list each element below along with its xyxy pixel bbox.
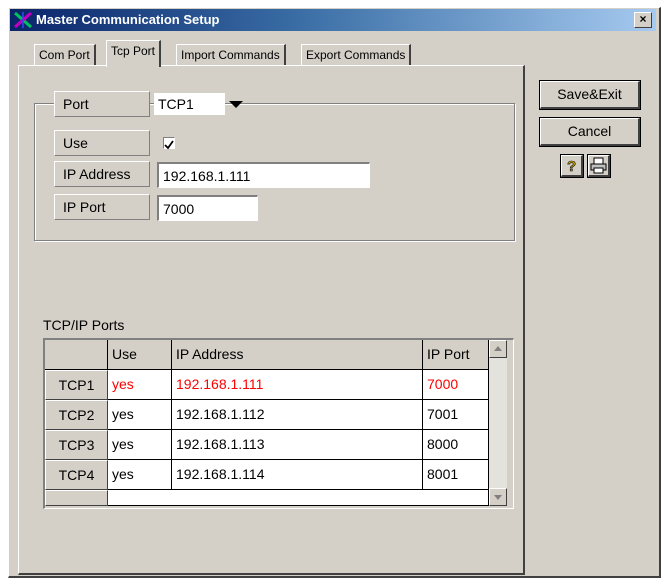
table-cell-use[interactable]: yes <box>108 430 172 460</box>
table-row-empty[interactable] <box>108 490 489 506</box>
table-cell-port[interactable]: 8000 <box>423 430 489 460</box>
port-label: Port <box>54 91 150 117</box>
row-header[interactable]: TCP1 <box>45 370 108 400</box>
close-icon: × <box>639 12 647 26</box>
table-cell-ip[interactable]: 192.168.1.112 <box>172 400 423 430</box>
tab-import-commands[interactable]: Import Commands <box>176 44 286 66</box>
tab-export-commands[interactable]: Export Commands <box>301 44 412 66</box>
use-checkbox[interactable] <box>163 137 175 150</box>
tab-label: Export Commands <box>306 48 406 62</box>
table-cell-use[interactable]: yes <box>108 400 172 430</box>
app-icon <box>14 11 32 29</box>
arrow-down-icon <box>494 495 502 500</box>
cancel-button[interactable]: Cancel <box>539 117 641 147</box>
tcp-ip-ports-label: TCP/IP Ports <box>43 317 125 333</box>
ip-address-input[interactable] <box>157 162 370 188</box>
ip-port-label: IP Port <box>54 194 150 220</box>
arrow-up-icon <box>494 346 502 351</box>
column-header[interactable]: IP Address <box>172 340 423 370</box>
button-label: Save&Exit <box>557 86 622 102</box>
chevron-down-icon[interactable] <box>225 93 247 115</box>
tab-tcp-port[interactable]: Tcp Port <box>106 40 162 67</box>
tab-label: Import Commands <box>181 48 280 62</box>
vertical-scrollbar[interactable] <box>489 340 507 506</box>
printer-icon <box>590 157 607 174</box>
ip-address-label: IP Address <box>54 161 150 187</box>
grid-corner <box>45 340 108 370</box>
table-cell-port[interactable]: 7001 <box>423 400 489 430</box>
column-header[interactable]: Use <box>108 340 172 370</box>
table-cell-ip[interactable]: 192.168.1.113 <box>172 430 423 460</box>
print-button[interactable] <box>587 154 611 178</box>
ip-port-input[interactable] <box>157 195 258 221</box>
help-button[interactable]: ? <box>560 154 584 178</box>
row-header[interactable]: TCP3 <box>45 430 108 460</box>
row-header-empty[interactable] <box>45 490 108 506</box>
checkmark-icon <box>164 140 174 150</box>
table-cell-use[interactable]: yes <box>108 460 172 490</box>
use-label: Use <box>54 130 150 156</box>
table-cell-ip[interactable]: 192.168.1.111 <box>172 370 423 400</box>
tab-label: Com Port <box>39 48 90 62</box>
close-button[interactable]: × <box>634 12 652 28</box>
save-exit-button[interactable]: Save&Exit <box>539 80 641 110</box>
tab-com-port[interactable]: Com Port <box>34 44 96 66</box>
table-cell-port[interactable]: 8001 <box>423 460 489 490</box>
row-header[interactable]: TCP4 <box>45 460 108 490</box>
scroll-down-button[interactable] <box>489 488 507 506</box>
help-question-icon: ? <box>567 158 577 176</box>
row-header[interactable]: TCP2 <box>45 400 108 430</box>
button-label: Cancel <box>567 123 612 139</box>
column-header[interactable]: IP Port <box>423 340 489 370</box>
scroll-up-button[interactable] <box>489 340 507 358</box>
table-cell-port[interactable]: 7000 <box>423 370 489 400</box>
table-cell-use[interactable]: yes <box>108 370 172 400</box>
svg-text:?: ? <box>567 158 576 175</box>
tab-label: Tcp Port <box>111 44 156 58</box>
port-select[interactable]: TCP1 <box>154 93 225 115</box>
title-bar[interactable]: Master Communication Setup × <box>10 9 656 31</box>
window-title: Master Communication Setup <box>36 12 220 27</box>
table-cell-ip[interactable]: 192.168.1.114 <box>172 460 423 490</box>
